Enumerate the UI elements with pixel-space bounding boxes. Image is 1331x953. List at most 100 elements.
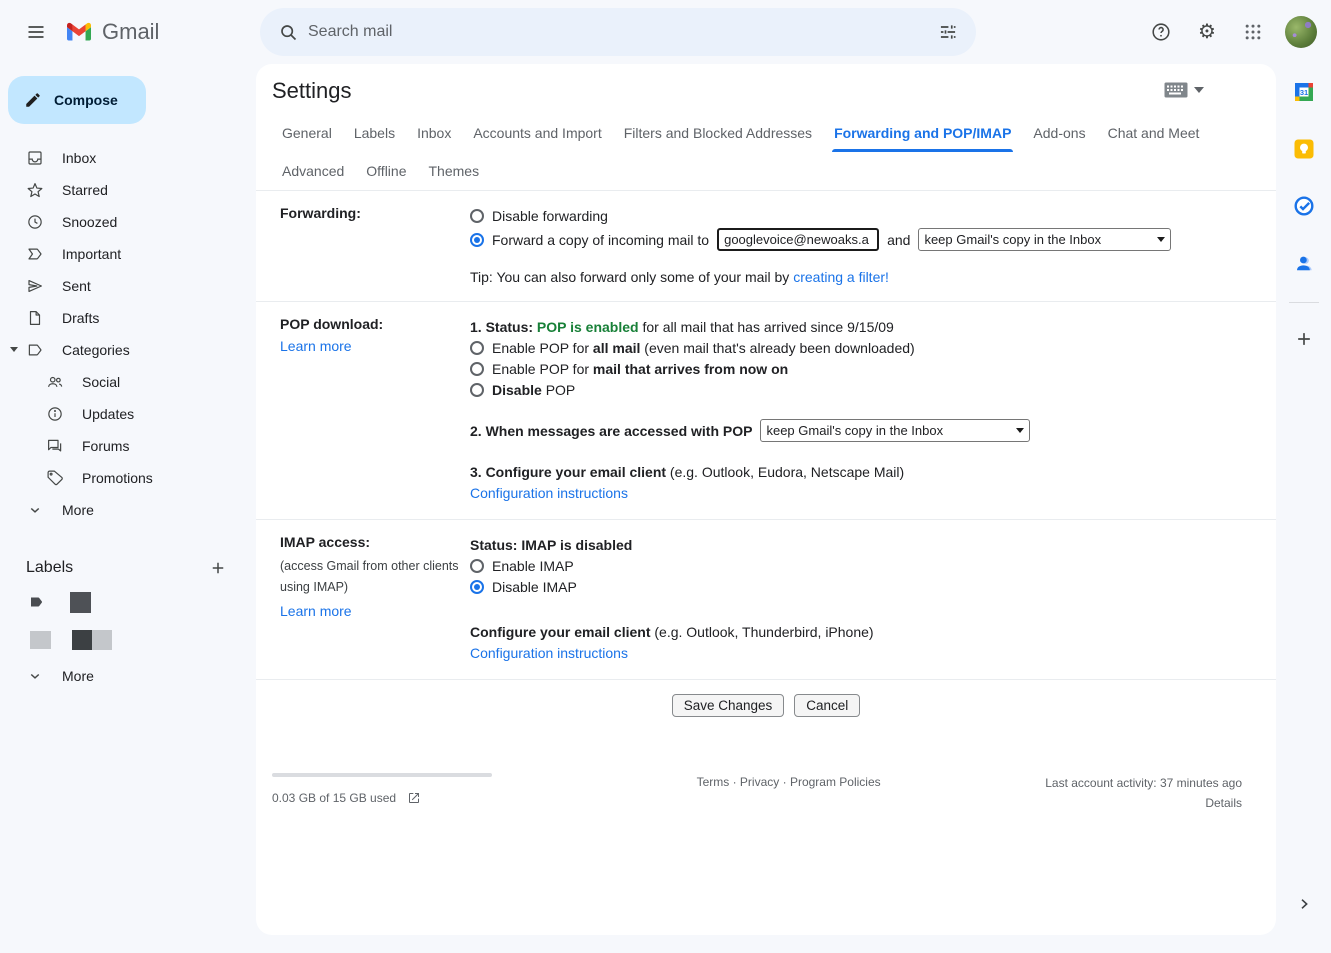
search-bar [260,8,976,56]
tab-labels[interactable]: Labels [352,114,397,152]
sidebar-item-sent[interactable]: Sent [0,270,256,302]
storage-usage: 0.03 GB of 15 GB used [272,791,396,805]
sidebar-item-snoozed[interactable]: Snoozed [0,206,256,238]
people-icon [46,373,64,391]
labels-header: Labels [26,554,232,582]
compose-button[interactable]: Compose [8,76,146,124]
sidebar: Compose Inbox Starred Snoozed Important … [0,64,256,953]
search-options-button[interactable] [928,12,968,52]
open-in-new-icon[interactable] [406,790,422,806]
labels-more-label: More [62,668,94,684]
side-panel: 31 [1276,64,1331,953]
sidebar-item-more[interactable]: More [0,494,256,526]
get-addons-button[interactable] [1284,319,1324,359]
form-actions: Save Changes Cancel [256,680,1276,717]
enable-imap-label: Enable IMAP [492,558,574,574]
pop-configuration-instructions-link[interactable]: Configuration instructions [470,485,628,501]
tab-filters-and-blocked-addresses[interactable]: Filters and Blocked Addresses [622,114,814,152]
select-chevron-icon [1016,428,1024,433]
tab-themes[interactable]: Themes [427,152,482,190]
info-icon [46,405,64,423]
sidebar-item-drafts[interactable]: Drafts [0,302,256,334]
imap-learn-more-link[interactable]: Learn more [280,603,352,619]
enable-imap-radio[interactable] [470,559,484,573]
sidebar-item-starred[interactable]: Starred [0,174,256,206]
sidebar-item-label: Important [62,246,121,262]
tab-offline[interactable]: Offline [364,152,408,190]
gear-icon: ⚙ [1198,22,1216,42]
google-apps-button[interactable] [1233,12,1273,52]
support-button[interactable] [1141,12,1181,52]
app-name: Gmail [102,19,159,45]
main-menu-button[interactable] [12,8,60,56]
settings-tabs-row1: General Labels Inbox Accounts and Import… [256,114,1276,152]
gmail-logo[interactable]: Gmail [64,19,159,45]
settings-panel: Settings General Labels Inbox Accounts a… [256,64,1276,935]
sidebar-item-label: Drafts [62,310,99,326]
enable-pop-all-radio[interactable] [470,341,484,355]
label-item[interactable] [0,626,256,654]
inbox-icon [26,149,44,167]
page-title: Settings [272,78,1252,104]
sidebar-item-promotions[interactable]: Promotions [0,462,256,494]
privacy-link[interactable]: Privacy [740,775,779,789]
forward-action-select[interactable]: keep Gmail's copy in the Inbox [918,228,1171,251]
dropdown-arrow-icon [1194,87,1204,93]
sidebar-item-important[interactable]: Important [0,238,256,270]
compose-label: Compose [54,92,118,108]
search-input[interactable] [308,23,928,41]
tab-accounts-and-import[interactable]: Accounts and Import [471,114,603,152]
chevron-down-icon [26,667,44,685]
plus-icon [1294,329,1314,349]
keep-panel-button[interactable] [1284,129,1324,169]
svg-text:31: 31 [1299,88,1307,97]
storage-meter [272,773,492,777]
sidebar-item-label: Snoozed [62,214,117,230]
disable-forwarding-radio[interactable] [470,209,484,223]
pop-step2-label: 2. When messages are accessed with POP [470,423,752,439]
pop-status-suffix: for all mail that has arrived since 9/15… [639,319,894,335]
creating-filter-link[interactable]: creating a filter! [793,269,889,285]
calendar-panel-button[interactable]: 31 [1284,72,1324,112]
account-avatar[interactable] [1285,16,1317,48]
forward-address-select[interactable]: googlevoice@newoaks.a [717,228,879,251]
disable-imap-radio[interactable] [470,580,484,594]
sidebar-item-updates[interactable]: Updates [0,398,256,430]
imap-configuration-instructions-link[interactable]: Configuration instructions [470,645,628,661]
clock-icon [26,213,44,231]
tab-chat-and-meet[interactable]: Chat and Meet [1106,114,1202,152]
settings-button[interactable]: ⚙ [1187,12,1227,52]
tab-inbox[interactable]: Inbox [415,114,453,152]
tasks-icon [1293,195,1315,217]
tab-forwarding-and-pop-imap[interactable]: Forwarding and POP/IMAP [832,114,1013,152]
expand-caret-icon[interactable] [10,347,18,352]
tab-add-ons[interactable]: Add-ons [1031,114,1087,152]
cancel-button[interactable]: Cancel [794,694,860,717]
terms-link[interactable]: Terms [697,775,730,789]
input-tools-button[interactable] [1164,82,1204,98]
tab-advanced[interactable]: Advanced [280,152,346,190]
program-policies-link[interactable]: Program Policies [790,775,881,789]
sidebar-item-inbox[interactable]: Inbox [0,142,256,174]
sidebar-item-categories[interactable]: Categories [0,334,256,366]
tab-general[interactable]: General [280,114,334,152]
create-label-button[interactable] [204,554,232,582]
disable-pop-radio[interactable] [470,383,484,397]
tasks-panel-button[interactable] [1284,186,1324,226]
labels-more[interactable]: More [0,660,256,692]
sidebar-item-social[interactable]: Social [0,366,256,398]
save-changes-button[interactable]: Save Changes [672,694,785,717]
label-item[interactable] [0,588,256,616]
search-button[interactable] [268,12,308,52]
hide-side-panel-button[interactable] [1284,884,1324,924]
details-link[interactable]: Details [1205,796,1242,810]
pop-status-value: POP is enabled [537,319,639,335]
sidebar-item-forums[interactable]: Forums [0,430,256,462]
contacts-panel-button[interactable] [1284,243,1324,283]
keyboard-icon [1164,82,1188,98]
forward-copy-radio[interactable] [470,233,484,247]
enable-pop-now-radio[interactable] [470,362,484,376]
pop-step3-label: 3. Configure your email client [470,464,666,480]
pop-learn-more-link[interactable]: Learn more [280,338,352,354]
pop-action-select[interactable]: keep Gmail's copy in the Inbox [760,419,1030,442]
